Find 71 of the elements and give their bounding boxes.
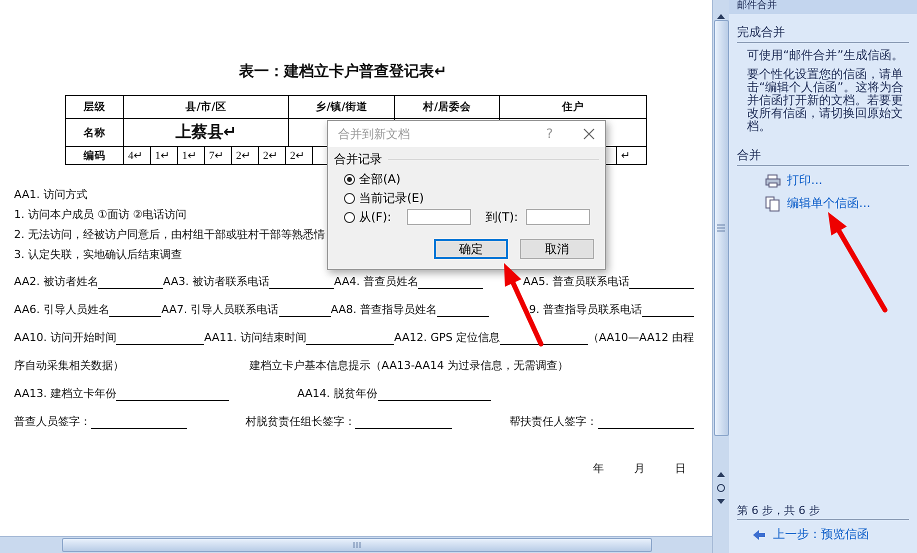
form-label: AA5. 普查员联系电话 [523, 274, 630, 289]
ok-button[interactable]: 确定 [434, 239, 508, 259]
table-cell: 上蔡县↵ [123, 119, 288, 146]
form-label: 村脱贫责任组长签字： [245, 414, 356, 429]
table-header-cell: 村/居委会 [394, 96, 499, 118]
table-cell: 2↵ [285, 147, 312, 164]
edit-link[interactable]: 编辑单个信函... [765, 195, 917, 212]
date-label: 月 [634, 461, 645, 476]
date-label: 日 [675, 461, 686, 476]
form-label: AA3. 被访者联系电话 [163, 274, 270, 289]
radio-option[interactable]: 当前记录(E) [344, 190, 605, 206]
table-cell: ↵ [616, 147, 646, 164]
form-label: AA8. 普查指导员姓名 [330, 302, 438, 317]
form-label: AA11. 访问结束时间 [204, 330, 306, 345]
browse-object-icon[interactable] [716, 483, 726, 493]
form-label: 序自动采集相关数据） [14, 358, 124, 373]
table-cell: 4↵ [123, 147, 150, 164]
date-label: 年 [593, 461, 604, 476]
table-cell: 1↵ [150, 147, 177, 164]
to-label: 到(T): [485, 208, 518, 226]
table-cell-text: 编码 [82, 148, 106, 164]
table-cell: 2↵ [258, 147, 285, 164]
group-label: 合并记录 [334, 151, 382, 168]
document-icon [765, 196, 781, 212]
section-heading: 合并 [737, 147, 909, 166]
back-arrow-icon [753, 530, 765, 540]
form-label: 普查人员签字： [14, 414, 91, 429]
table-cell: 1↵ [177, 147, 204, 164]
pane-paragraph: 要个性化设置您的信函，请单击“编辑个人信函”。这将为合并信函打开新的文档。若要更改所有信函，请切换回原始文档。 [747, 68, 904, 133]
table-header-cell: 乡/镇/街道 [288, 96, 394, 118]
document-title: 表一：建档立卡户普查登记表↵ [239, 62, 447, 81]
horizontal-scrollbar[interactable] [0, 536, 712, 553]
table-header-cell-text: 层级 [82, 100, 106, 115]
printer-icon [765, 174, 781, 188]
table-cell: 2↵ [231, 147, 258, 164]
form-label: AA6. 引导人员姓名 [14, 302, 110, 317]
scroll-thumb[interactable] [714, 20, 728, 436]
form-label: 帮扶责任人签字： [510, 414, 598, 429]
table-cell: 7↵ [204, 147, 231, 164]
cancel-button[interactable]: 取消 [520, 239, 594, 259]
table-cell-text: 名称 [82, 126, 106, 140]
note-text: 1. 访问本户成员 ①面访 ②电话访问 [14, 207, 187, 223]
from-field[interactable] [407, 209, 472, 225]
table-header-cell: 住户 [499, 96, 646, 118]
dialog-title: 合并到新文档 [338, 126, 411, 142]
form-label: 9. 普查指导员联系电话 [529, 302, 642, 317]
form-label: AA10. 访问开始时间 [14, 330, 116, 345]
table-header-cell: 县/市/区 [123, 96, 288, 118]
print-link[interactable]: 打印... [765, 172, 917, 189]
step-text: 第 6 步，共 6 步 [737, 503, 909, 520]
form-label: AA4. 普查员姓名 [334, 274, 418, 289]
note-text: AA1. 访问方式 [14, 187, 88, 203]
radio-option[interactable]: 从(F): 到(T): [344, 209, 605, 225]
note-text: 2. 无法访问，经被访户同意后，由村组干部或驻村干部等熟悉情 [14, 227, 325, 243]
vertical-scrollbar[interactable] [712, 0, 729, 553]
up-arrow-icon[interactable] [716, 12, 726, 20]
back-link[interactable]: 上一步：预览信函 [753, 526, 917, 543]
form-label: AA12. GPS 定位信息 [394, 330, 500, 345]
form-label: （AA10—AA12 由程 [588, 330, 694, 345]
form-label: AA2. 被访者姓名 [14, 274, 98, 289]
section-heading: 完成合并 [737, 24, 909, 43]
scroll-thumb[interactable] [62, 538, 652, 552]
close-icon[interactable] [583, 128, 595, 140]
radio-option[interactable]: 全部(A) [344, 171, 605, 187]
pane-paragraph: 可使用“邮件合并”生成信函。 [747, 49, 904, 62]
form-label: AA14. 脱贫年份 [297, 386, 378, 401]
to-field[interactable] [526, 209, 590, 225]
form-label: AA7. 引导人员联系电话 [161, 302, 279, 317]
form-label: 建档立卡户基本信息提示（AA13-AA14 为过录信息，无需调查） [250, 358, 568, 373]
note-text: 3. 认定失联，实地确认后结束调查 [14, 247, 182, 263]
form-label: AA13. 建档立卡年份 [14, 386, 116, 401]
